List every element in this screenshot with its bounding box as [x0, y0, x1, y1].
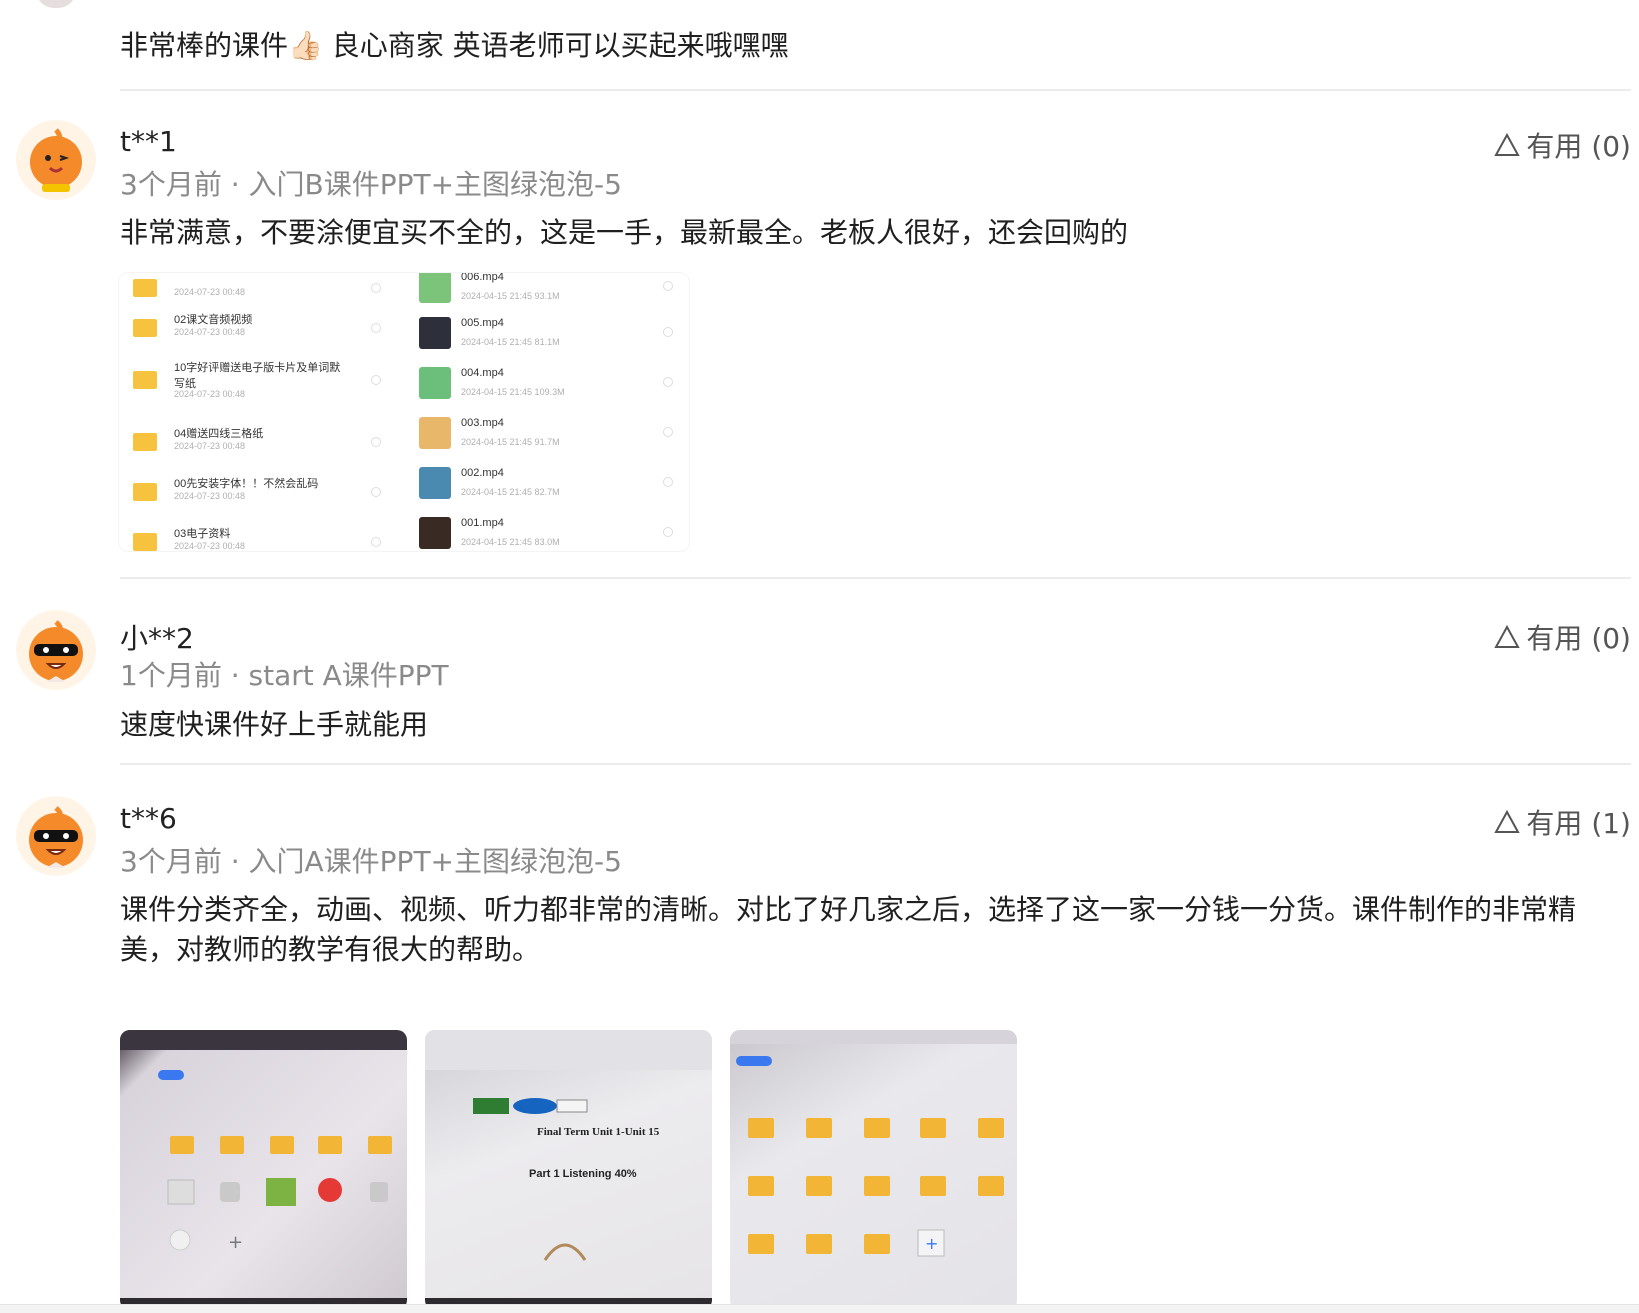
file-row[interactable]: 006.mp4 2024-04-15 21:45 93.1M	[419, 272, 679, 307]
username[interactable]: t**6	[120, 802, 177, 835]
select-circle-icon[interactable]	[663, 377, 673, 387]
file-date: 2024-07-23 00:48	[174, 441, 246, 451]
file-date-size: 2024-04-15 21:45 83.0M	[461, 537, 560, 547]
file-date: 2024-07-23 00:48	[174, 327, 246, 337]
file-name: 004.mp4	[461, 367, 504, 379]
file-date: 2024-07-23 00:48	[174, 491, 246, 501]
folder-icon	[133, 433, 157, 451]
select-circle-icon[interactable]	[371, 537, 381, 547]
review-meta: 3个月前 · 入门B课件PPT+主图绿泡泡-5	[120, 168, 622, 201]
triangle-icon	[1494, 809, 1521, 833]
video-thumbnail-icon	[419, 317, 451, 349]
file-name: 10字好评赠送电子版卡片及单词默写纸	[174, 362, 341, 390]
triangle-icon	[1494, 132, 1521, 156]
divider	[120, 89, 1631, 91]
file-date: 2024-07-23 00:48	[174, 287, 246, 297]
select-circle-icon[interactable]	[371, 437, 381, 447]
select-circle-icon[interactable]	[371, 375, 381, 385]
avatar[interactable]	[16, 120, 96, 200]
useful-button[interactable]: 有用 (0)	[1494, 617, 1631, 657]
review-image[interactable]: +	[730, 1030, 1017, 1310]
username[interactable]: t**1	[120, 125, 177, 158]
file-name: 005.mp4	[461, 317, 504, 329]
file-name: 04赠送四线三格纸	[174, 428, 264, 440]
partial-avatar	[36, 0, 76, 8]
useful-button[interactable]: 有用 (0)	[1494, 125, 1631, 165]
file-name: 03电子资料	[174, 528, 231, 540]
select-circle-icon[interactable]	[371, 283, 381, 293]
select-circle-icon[interactable]	[663, 427, 673, 437]
file-row[interactable]: 04赠送四线三格纸 2024-07-23 00:48	[119, 421, 389, 461]
useful-label: 有用 (0)	[1526, 130, 1631, 163]
file-row[interactable]: 10字好评赠送电子版卡片及单词默写纸 2024-07-23 00:48	[119, 359, 389, 399]
review-image[interactable]: Final Term Unit 1-Unit 15 Part 1 Listeni…	[425, 1030, 712, 1310]
svg-text:+: +	[925, 1234, 938, 1253]
select-circle-icon[interactable]	[371, 323, 381, 333]
file-row[interactable]: 2024-07-23 00:48	[119, 273, 389, 307]
file-name: 001.mp4	[461, 517, 504, 529]
folder-icon	[133, 279, 157, 297]
file-row[interactable]: 001.mp4 2024-04-15 21:45 83.0M	[419, 513, 679, 551]
bottom-scroll-edge	[0, 1304, 1639, 1313]
file-date: 2024-07-23 00:48	[174, 541, 246, 551]
file-name: 02课文音频视频	[174, 314, 253, 326]
file-row[interactable]: 005.mp4 2024-04-15 21:45 81.1M	[419, 313, 679, 353]
folder-icon	[133, 533, 157, 551]
avatar[interactable]	[16, 610, 96, 690]
folder-icon	[133, 371, 157, 389]
file-row[interactable]: 002.mp4 2024-04-15 21:45 82.7M	[419, 463, 679, 503]
video-thumbnail-icon	[419, 417, 451, 449]
video-thumbnail-icon	[419, 517, 451, 549]
review-text: 非常满意，不要涂便宜买不全的，这是一手，最新最全。老板人很好，还会回购的	[120, 216, 1129, 249]
review-meta: 3个月前 · 入门A课件PPT+主图绿泡泡-5	[120, 845, 622, 878]
select-circle-icon[interactable]	[663, 327, 673, 337]
video-thumbnail-icon	[419, 273, 451, 303]
avatar[interactable]	[16, 796, 96, 876]
review-image[interactable]: 2024-07-23 00:48 02课文音频视频 2024-07-23 00:48…	[118, 272, 690, 552]
file-row[interactable]: 004.mp4 2024-04-15 21:45 109.3M	[419, 363, 679, 403]
select-circle-icon[interactable]	[663, 477, 673, 487]
video-thumbnail-icon	[419, 467, 451, 499]
file-name: 002.mp4	[461, 467, 504, 479]
file-name: 003.mp4	[461, 417, 504, 429]
useful-label: 有用 (0)	[1526, 622, 1631, 655]
file-date-size: 2024-04-15 21:45 82.7M	[461, 487, 560, 497]
file-date-size: 2024-04-15 21:45 91.7M	[461, 437, 560, 447]
file-date: 2024-07-23 00:48	[174, 389, 246, 399]
file-name: 006.mp4	[461, 272, 504, 283]
review-text: 速度快课件好上手就能用	[120, 708, 429, 741]
username[interactable]: 小**2	[120, 617, 194, 657]
file-date-size: 2024-04-15 21:45 93.1M	[461, 291, 560, 301]
svg-text:+: +	[228, 1232, 243, 1253]
select-circle-icon[interactable]	[663, 527, 673, 537]
useful-button[interactable]: 有用 (1)	[1494, 802, 1631, 842]
triangle-icon	[1494, 624, 1521, 648]
folder-icon	[133, 483, 157, 501]
file-date-size: 2024-04-15 21:45 109.3M	[461, 387, 565, 397]
divider	[120, 577, 1631, 579]
file-row[interactable]: 02课文音频视频 2024-07-23 00:48	[119, 307, 389, 347]
useful-label: 有用 (1)	[1526, 807, 1631, 840]
divider	[120, 763, 1631, 765]
file-row[interactable]: 03电子资料 2024-07-23 00:48	[119, 521, 389, 551]
file-row[interactable]: 00先安装字体！！不然会乱码 2024-07-23 00:48	[119, 471, 389, 511]
doc-part: Part 1 Listening 40%	[529, 1168, 637, 1180]
file-date-size: 2024-04-15 21:45 81.1M	[461, 337, 560, 347]
doc-title: Final Term Unit 1-Unit 15	[537, 1126, 660, 1138]
file-name: 00先安装字体！！不然会乱码	[174, 478, 319, 490]
review-meta: 1个月前 · start A课件PPT	[120, 659, 449, 692]
select-circle-icon[interactable]	[663, 281, 673, 291]
review-text: 课件分类齐全，动画、视频、听力都非常的清晰。对比了好几家之后，选择了这一家一分钱…	[120, 893, 1577, 966]
file-row[interactable]: 003.mp4 2024-04-15 21:45 91.7M	[419, 413, 679, 453]
review-text: 非常棒的课件👍🏻 良心商家 英语老师可以买起来哦嘿嘿	[120, 29, 789, 62]
folder-icon	[133, 319, 157, 337]
review-image[interactable]: +	[120, 1030, 407, 1310]
select-circle-icon[interactable]	[371, 487, 381, 497]
video-thumbnail-icon	[419, 367, 451, 399]
